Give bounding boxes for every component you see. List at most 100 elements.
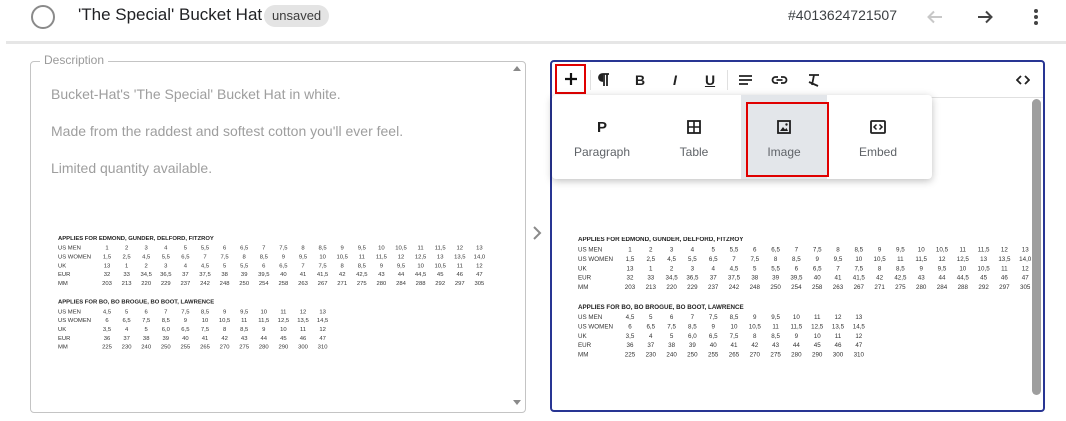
- size-chart-cell: 9: [815, 256, 819, 263]
- size-chart-cell: 9: [711, 324, 715, 331]
- size-chart-cell: 3,5: [102, 327, 112, 334]
- size-chart-cell: 2: [649, 247, 653, 254]
- size-chart-cell: 41: [201, 335, 209, 342]
- size-chart-cell: 1: [105, 245, 109, 252]
- forward-button[interactable]: [972, 4, 998, 30]
- size-chart-cell: 6,5: [181, 327, 190, 334]
- align-button[interactable]: [732, 67, 758, 93]
- insert-embed-option[interactable]: Embed: [835, 95, 921, 179]
- size-chart-cell: 250: [160, 344, 171, 351]
- size-chart-row-label: UK: [578, 266, 587, 273]
- size-chart-row: US WOMEN 1,5 2,5 4,5 5,5 6,5 7 7,5 8 8,5 9 9,5 10 10,…: [578, 256, 1036, 265]
- size-chart-row-label: MM: [578, 352, 589, 359]
- size-chart-cell: 258: [278, 281, 289, 287]
- size-chart-cell: 8: [242, 254, 246, 261]
- size-chart-row: UK 3,5 4 5 6,0 6,5 7,5 8 8,5 9 10 11 12: [578, 333, 1036, 342]
- status-badge: unsaved: [264, 5, 330, 27]
- size-chart-cell: 12,5: [956, 256, 969, 263]
- size-chart-cell: 3: [144, 245, 148, 252]
- size-chart-cell: 2: [669, 266, 674, 273]
- size-chart-cell: 12: [319, 327, 326, 334]
- size-chart-row-label: US WOMEN: [58, 254, 91, 261]
- bold-button[interactable]: B: [627, 67, 653, 93]
- size-chart-cell: 7,5: [812, 247, 822, 254]
- size-chart-cell: 36: [626, 343, 634, 350]
- size-chart-cell: 5: [753, 266, 757, 273]
- insert-paragraph-option[interactable]: P Paragraph: [559, 95, 645, 179]
- size-chart-cell: 250: [239, 281, 250, 287]
- back-button[interactable]: [922, 4, 948, 30]
- size-chart-cell: 3: [164, 263, 168, 270]
- size-chart-cell: 10: [417, 263, 424, 270]
- size-chart-cell: 6,0: [688, 333, 697, 340]
- size-chart-cell: 280: [915, 284, 927, 292]
- paragraph-format-button[interactable]: [591, 67, 617, 93]
- size-chart-cell: 7,5: [200, 327, 210, 334]
- size-chart-cell: 248: [219, 281, 230, 287]
- size-chart-cell: 10,5: [873, 256, 886, 263]
- size-chart-cell: 40: [182, 335, 189, 342]
- link-button[interactable]: [766, 67, 792, 93]
- size-chart-cell: 5: [222, 263, 227, 270]
- size-chart-cell: 5,5: [729, 247, 739, 254]
- underline-button[interactable]: U: [697, 67, 723, 93]
- size-chart-cell: 11: [358, 254, 365, 261]
- size-chart-cell: 229: [687, 284, 698, 292]
- arrow-right-icon: [978, 10, 993, 24]
- size-chart-cell: 6,5: [708, 333, 718, 340]
- size-chart-cell: 32: [626, 275, 634, 282]
- size-chart-cell: 5: [144, 327, 148, 334]
- size-chart-cell: 7,5: [854, 266, 864, 273]
- size-chart-cell: 42: [338, 272, 346, 279]
- size-chart-row: UK 13 1 2 3 4 4,5 5 5,5 6 6,5 7 7,5 8 8,5 9 9,5 10 10,5 11 1…: [578, 265, 1036, 274]
- size-chart-cell: 263: [298, 281, 308, 287]
- size-chart-cell: 37,5: [199, 272, 211, 279]
- size-chart-cell: 284: [936, 284, 948, 292]
- size-chart-row: US MEN 1 2 3 4 5 5,5 6 6,5 7 7,5 8 8,5 9 9,5 10 10,5 11 11…: [578, 246, 1036, 255]
- size-chart-cell: 6: [105, 318, 109, 325]
- size-chart-cell: 4: [690, 247, 695, 254]
- chevron-right-icon[interactable]: [532, 226, 542, 245]
- size-chart-cell: 43: [772, 343, 780, 350]
- size-chart-cell: 280: [258, 344, 269, 351]
- size-chart-cell: 254: [791, 284, 802, 292]
- size-chart-cell: 6,5: [240, 245, 249, 252]
- size-chart-title: APPLIES FOR BO, BO BROGUE, BO BOOT, LAWR…: [578, 304, 744, 311]
- link-icon: [771, 76, 787, 84]
- size-chart-cell: 12,5: [811, 324, 824, 331]
- insert-button[interactable]: [555, 64, 586, 94]
- scroll-down-arrow[interactable]: [513, 400, 521, 405]
- size-chart-cell: 9: [340, 245, 344, 252]
- size-chart-cell: 10,5: [218, 318, 231, 325]
- size-chart-cell: 242: [200, 281, 210, 287]
- size-chart-cell: 46: [834, 343, 842, 350]
- size-chart-cell: 4: [711, 266, 715, 273]
- size-chart-row: UK 3,5 4 5 6,0 6,5 7,5 8 8,5 9 10 11 12: [58, 326, 489, 335]
- size-chart-row-label: MM: [578, 284, 589, 292]
- pilcrow-icon: [598, 73, 609, 86]
- size-chart-cell: 5,5: [771, 266, 780, 273]
- size-chart-cell: 6: [262, 263, 266, 270]
- top-bar: 'The Special' Bucket Hat unsaved #401362…: [0, 0, 1066, 34]
- size-chart-cell: 39: [772, 275, 780, 282]
- scroll-up-arrow[interactable]: [513, 66, 521, 71]
- size-chart-title: APPLIES FOR BO, BO BROGUE, BO BOOT, LAWR…: [58, 299, 215, 306]
- clear-format-button[interactable]: [801, 67, 827, 93]
- italic-button[interactable]: I: [662, 67, 688, 93]
- size-chart-cell: 5: [649, 315, 653, 322]
- size-chart-cell: 258: [811, 284, 823, 292]
- insert-table-option[interactable]: Table: [651, 95, 737, 179]
- size-chart-row-label: EUR: [578, 275, 592, 282]
- size-chart-cell: 8,5: [792, 256, 801, 263]
- size-chart-cell: 11: [813, 315, 821, 322]
- size-chart-cell: 8: [753, 333, 757, 340]
- size-chart-cell: 39: [240, 272, 248, 279]
- more-menu-button[interactable]: [1023, 4, 1049, 30]
- size-chart-row-label: UK: [58, 263, 67, 270]
- select-circle[interactable]: [31, 5, 55, 29]
- size-chart-cell: 7,5: [142, 318, 151, 325]
- size-chart-cell: 12: [299, 309, 307, 316]
- source-code-button[interactable]: [1010, 67, 1036, 93]
- size-chart-cell: 240: [666, 352, 677, 359]
- size-chart-cell: 6: [628, 324, 632, 331]
